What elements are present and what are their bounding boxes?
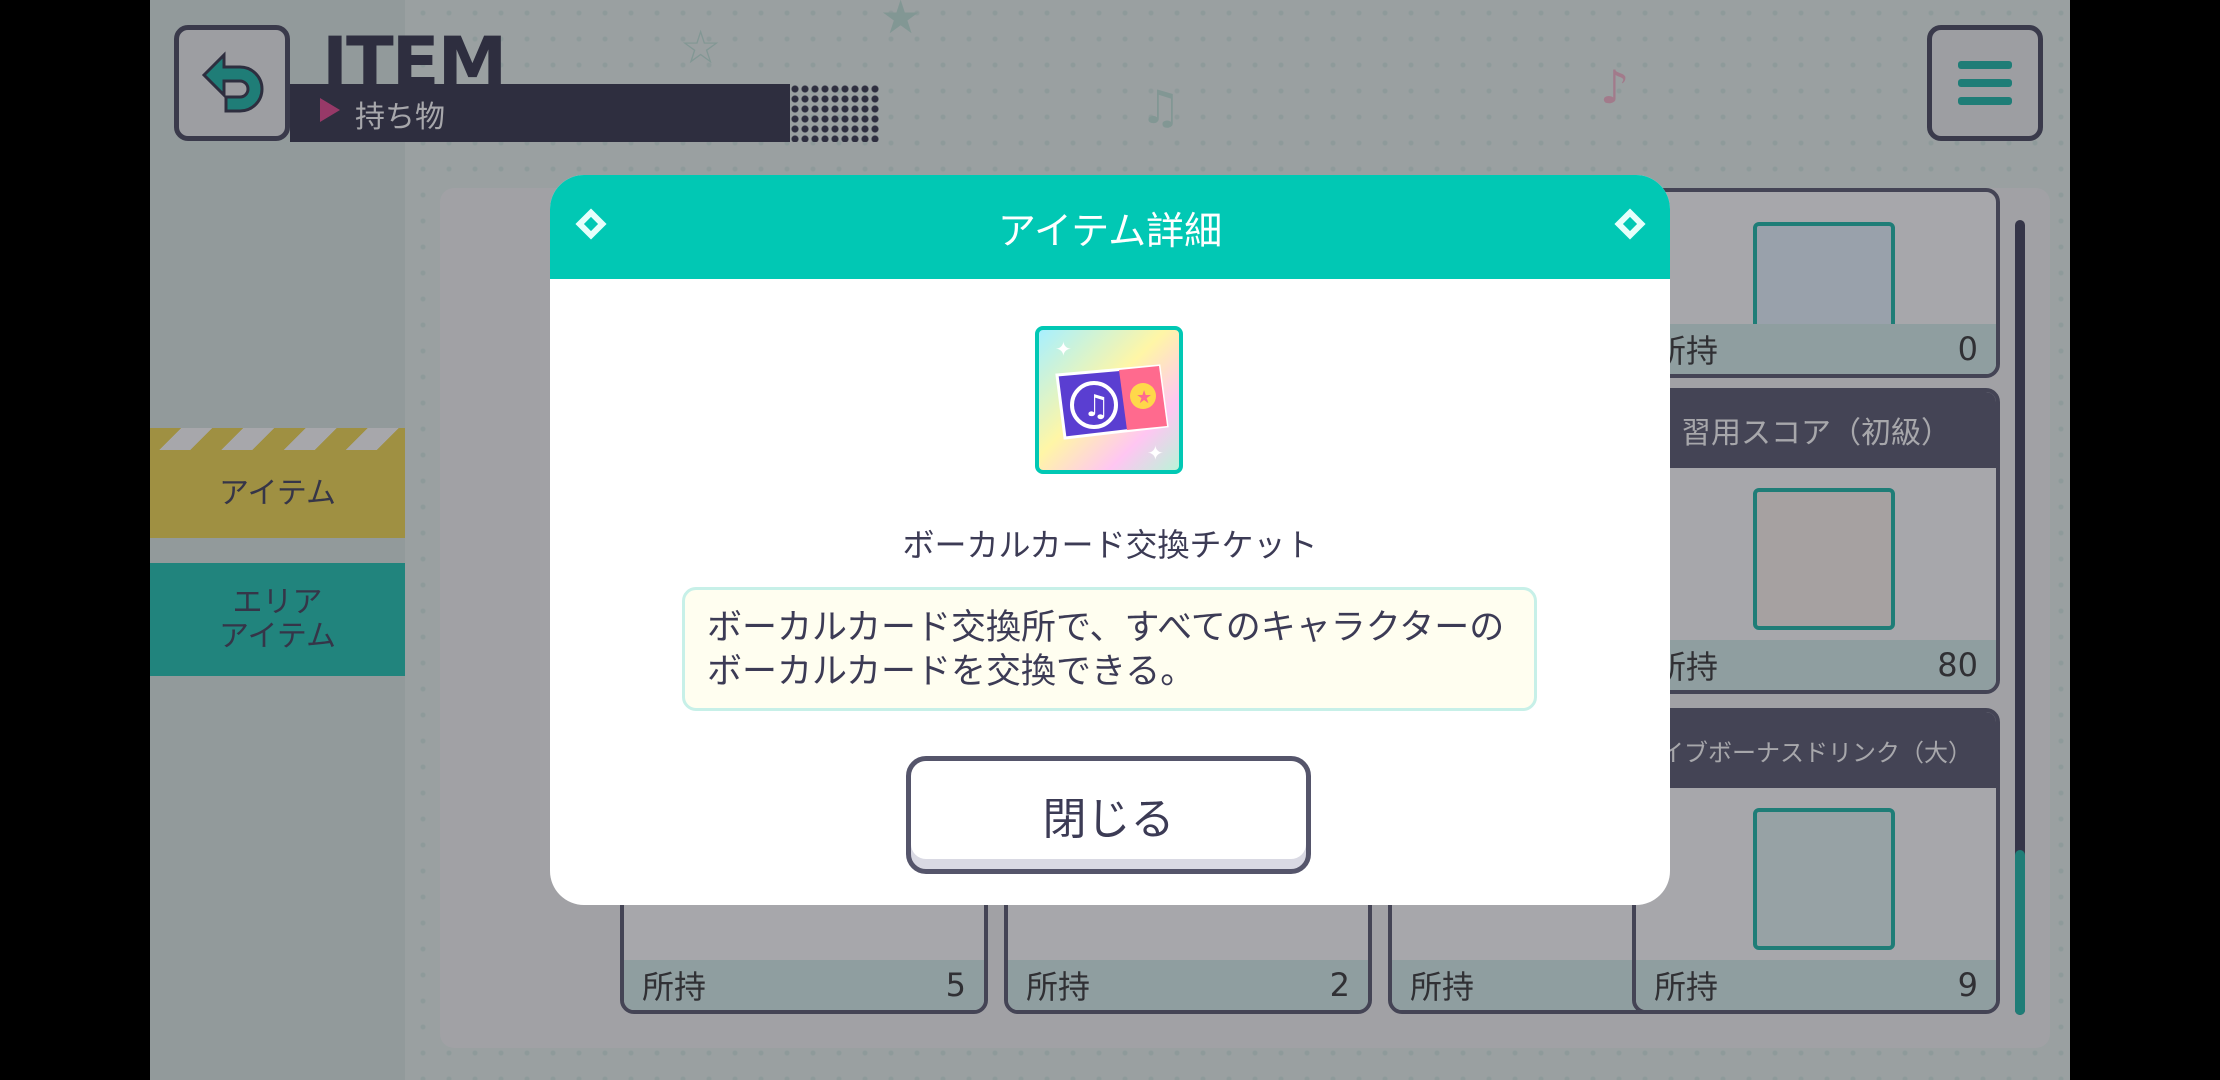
dialog-title: アイテム詳細: [997, 208, 1223, 253]
dialog-header: アイテム詳細: [550, 175, 1670, 279]
close-button[interactable]: 閉じる: [906, 756, 1311, 874]
ticket-graphic: ♫ ★ ✦ ✦: [1055, 337, 1169, 465]
svg-text:★: ★: [1136, 387, 1152, 408]
svg-text:♫: ♫: [1083, 389, 1110, 424]
vocal-card-ticket-icon: ♫ ★ ✦ ✦: [1035, 326, 1183, 474]
item-name: ボーカルカード交換チケット: [902, 526, 1318, 564]
svg-text:✦: ✦: [1147, 441, 1164, 465]
svg-text:✦: ✦: [1055, 337, 1072, 361]
item-detail-dialog: アイテム詳細 ♫ ★ ✦ ✦ ボーカルカード交換チケット ボーカルカード交換所で…: [550, 175, 1670, 905]
close-button-label: 閉じる: [1042, 794, 1175, 845]
item-description: ボーカルカード交換所で、すべてのキャラクターの ボーカルカードを交換できる。: [682, 587, 1537, 711]
